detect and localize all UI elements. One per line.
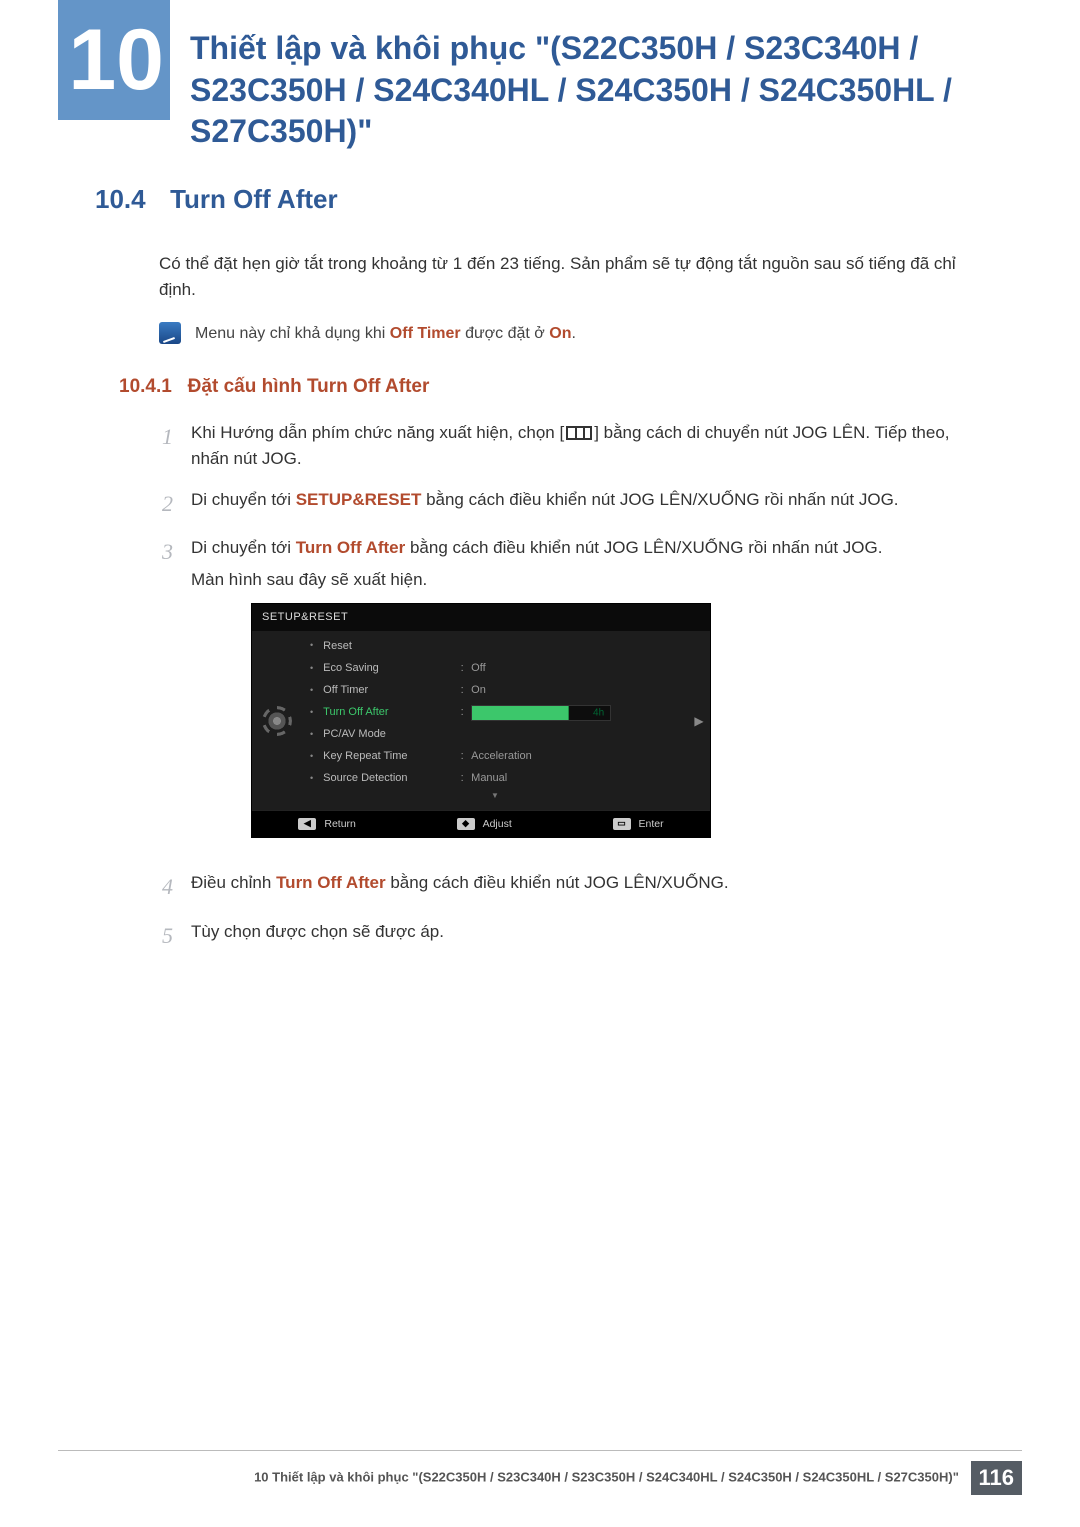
osd-down-arrow-icon: ▼: [310, 790, 680, 804]
osd-title: SETUP&RESET: [252, 604, 710, 631]
osd-item-reset: •Reset: [310, 635, 680, 657]
section-title: Turn Off After: [170, 184, 338, 214]
osd-right-arrow-icon: ▶: [688, 631, 710, 810]
chapter-number-box: 10: [58, 0, 170, 120]
osd-list: •Reset •Eco Saving:Off •Off Timer:On •Tu…: [302, 631, 688, 810]
osd-item-turn-off-after: •Turn Off After: 4h: [310, 702, 680, 724]
note-icon: [159, 322, 181, 344]
step-4: 4 Điều chỉnh Turn Off After bằng cách đi…: [149, 870, 990, 904]
step-2: 2 Di chuyển tới SETUP&RESET bằng cách đi…: [149, 487, 990, 521]
menu-icon: [566, 426, 592, 440]
enter-key-icon: ▭: [613, 818, 631, 830]
osd-hint-enter: ▭Enter: [613, 816, 664, 832]
note-text: Menu này chỉ khả dụng khi Off Timer được…: [195, 322, 576, 347]
osd-slider-value: 4h: [593, 705, 604, 721]
page-number: 116: [971, 1461, 1023, 1495]
step-3: 3 Di chuyển tới Turn Off After bằng cách…: [149, 535, 990, 857]
osd-item-off-timer: •Off Timer:On: [310, 680, 680, 702]
osd-hint-return: ◀Return: [298, 816, 356, 832]
footer-text: 10 Thiết lập và khôi phục "(S22C350H / S…: [254, 1469, 959, 1484]
step-5: 5 Tùy chọn được chọn sẽ được áp.: [149, 919, 990, 953]
step-1: 1 Khi Hướng dẫn phím chức năng xuất hiện…: [149, 420, 990, 473]
page-footer: 10 Thiết lập và khôi phục "(S22C350H / S…: [58, 1450, 1022, 1495]
note: Menu này chỉ khả dụng khi Off Timer được…: [159, 322, 990, 347]
osd-item-source-detection: •Source Detection:Manual: [310, 768, 680, 790]
osd-item-pc-av-mode: •PC/AV Mode: [310, 724, 680, 746]
adjust-key-icon: ◆: [457, 818, 475, 830]
osd-hint-bar: ◀Return ◆Adjust ▭Enter: [252, 810, 710, 837]
chapter-number: 10: [68, 12, 164, 108]
section-intro: Có thể đặt hẹn giờ tắt trong khoảng từ 1…: [159, 251, 990, 304]
osd-item-eco-saving: •Eco Saving:Off: [310, 657, 680, 679]
return-key-icon: ◀: [298, 818, 316, 830]
subsection-heading: 10.4.1 Đặt cấu hình Turn Off After: [119, 372, 990, 401]
chapter-title: Thiết lập và khôi phục "(S22C350H / S23C…: [190, 28, 1000, 153]
subsection-title: Đặt cấu hình Turn Off After: [188, 376, 430, 397]
osd-item-key-repeat-time: •Key Repeat Time:Acceleration: [310, 746, 680, 768]
section-number: 10.4: [95, 184, 146, 215]
subsection-number: 10.4.1: [119, 376, 172, 397]
section-heading: 10.4 Turn Off After: [95, 184, 990, 215]
osd-hint-adjust: ◆Adjust: [457, 816, 512, 832]
osd-panel: SETUP&RESET •Reset •Eco Saving:Off: [251, 603, 711, 838]
osd-category-icon: [252, 631, 302, 810]
osd-slider: 4h: [471, 705, 611, 721]
gear-icon: [266, 710, 288, 732]
osd-slider-fill: [472, 706, 569, 720]
